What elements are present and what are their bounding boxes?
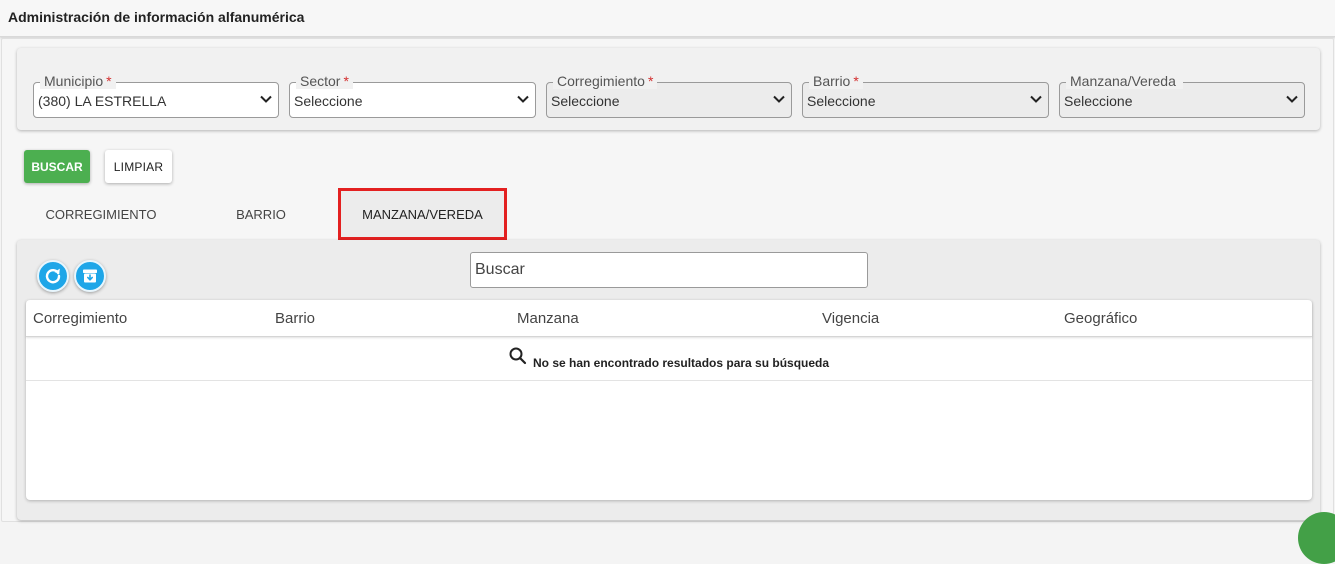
column-header-manzana[interactable]: Manzana xyxy=(517,310,579,327)
tab-manzana-vereda[interactable]: MANZANA/VEREDA xyxy=(338,188,507,240)
search-field[interactable] xyxy=(470,252,868,288)
chevron-down-icon xyxy=(773,95,785,103)
sector-select[interactable]: Sector * Seleccione xyxy=(289,73,536,118)
floating-action-button[interactable] xyxy=(1298,512,1335,564)
page-title: Administración de información alfanuméri… xyxy=(8,9,305,25)
manzana-vereda-label: Manzana/Vereda xyxy=(1066,73,1183,89)
archive-download-icon xyxy=(83,269,97,283)
manzana-vereda-value: Seleccione xyxy=(1064,93,1133,109)
municipio-value: (380) LA ESTRELLA xyxy=(38,93,167,109)
chevron-down-icon xyxy=(260,95,272,103)
manzana-vereda-select[interactable]: Manzana/Vereda Seleccione xyxy=(1059,73,1305,118)
chevron-down-icon xyxy=(517,95,529,103)
limpiar-button[interactable]: LIMPIAR xyxy=(105,150,172,183)
sector-label: Sector * xyxy=(296,73,353,89)
results-table: Corregimiento Barrio Manzana Vigencia Ge… xyxy=(26,300,1312,500)
refresh-icon xyxy=(45,268,61,284)
refresh-button[interactable] xyxy=(37,260,69,292)
barrio-value: Seleccione xyxy=(807,93,876,109)
tab-corregimiento[interactable]: CORREGIMIENTO xyxy=(24,197,178,231)
column-header-corregimiento[interactable]: Corregimiento xyxy=(33,310,127,327)
barrio-label: Barrio * xyxy=(809,73,863,89)
chevron-down-icon xyxy=(1030,95,1042,103)
column-header-barrio[interactable]: Barrio xyxy=(275,310,315,327)
search-icon xyxy=(509,347,527,365)
municipio-label: Municipio * xyxy=(40,73,116,89)
municipio-select[interactable]: Municipio * (380) LA ESTRELLA xyxy=(33,73,279,118)
empty-results-message: No se han encontrado resultados para su … xyxy=(533,356,830,370)
corregimiento-label: Corregimiento * xyxy=(553,73,658,89)
page-header: Administración de información alfanuméri… xyxy=(0,0,1335,37)
filter-card: Municipio * (380) LA ESTRELLA Sector * Sel… xyxy=(17,48,1320,130)
table-header: Corregimiento Barrio Manzana Vigencia Ge… xyxy=(26,300,1312,337)
column-header-vigencia[interactable]: Vigencia xyxy=(822,310,879,327)
corregimiento-value: Seleccione xyxy=(551,93,620,109)
corregimiento-select[interactable]: Corregimiento * Seleccione xyxy=(546,73,792,118)
search-input[interactable] xyxy=(471,253,867,287)
empty-results-row: No se han encontrado resultados para su … xyxy=(26,337,1312,381)
barrio-select[interactable]: Barrio * Seleccione xyxy=(802,73,1049,118)
chevron-down-icon xyxy=(1286,95,1298,103)
sector-value: Seleccione xyxy=(294,93,363,109)
buscar-button[interactable]: BUSCAR xyxy=(24,150,90,183)
column-header-geografico[interactable]: Geográfico xyxy=(1064,310,1137,327)
archive-download-button[interactable] xyxy=(74,260,106,292)
tab-barrio[interactable]: BARRIO xyxy=(203,197,319,231)
